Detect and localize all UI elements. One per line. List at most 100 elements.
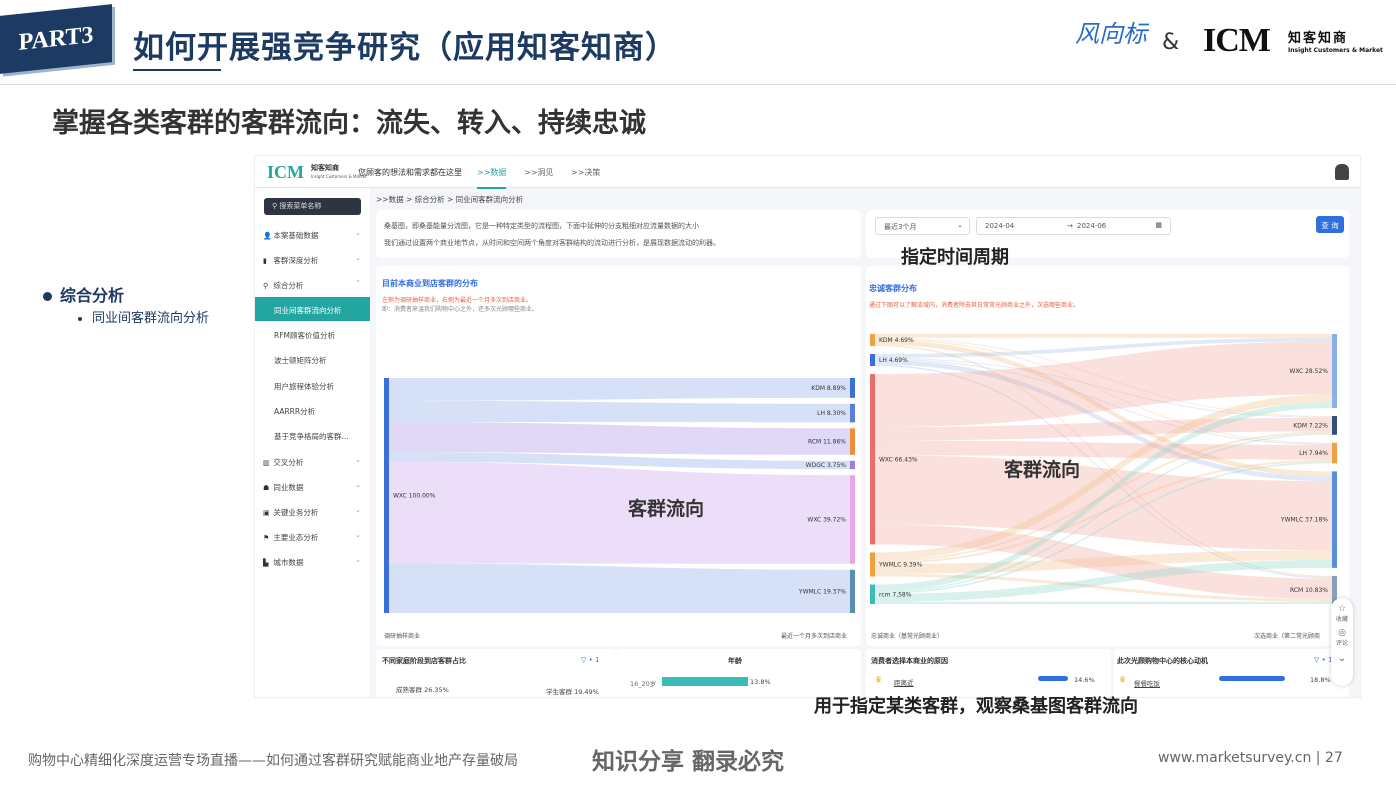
fengxiangbiao-logo: 风向标 bbox=[1075, 20, 1147, 48]
motive-row-label[interactable]: 餐餐吃饭 bbox=[1134, 678, 1160, 688]
chevron-down-icon: ⌄ bbox=[355, 506, 361, 514]
part-badge: PART3 bbox=[0, 4, 112, 74]
sidebar-item-cross[interactable]: ▥ 交叉分析 ⌄ bbox=[255, 450, 370, 472]
sankey-target-label: KDM 8.89% bbox=[811, 385, 846, 392]
date-range-picker[interactable]: 2024-04 → 2024-06 ▦ bbox=[976, 217, 1171, 235]
mature-group-label: 成熟客群 26.35% bbox=[396, 686, 449, 694]
chevron-down-icon: ⌄ bbox=[957, 221, 963, 229]
sidebar-item-key-business[interactable]: ▣ 关键业务分析 ⌄ bbox=[255, 500, 370, 522]
sankey-target-node bbox=[850, 460, 855, 470]
sankey-target-node bbox=[1332, 334, 1337, 409]
city-icon: ▙ bbox=[263, 559, 269, 567]
left-chart-foot-left: 调研抽样商业 bbox=[384, 633, 421, 640]
app-brand-logo[interactable]: ICM bbox=[267, 162, 304, 183]
calendar-icon: ▦ bbox=[1155, 221, 1162, 229]
right-chart-note: 通过下图可以了解流域内，消费者除去其日常常光顾商业之外，次选哪些商业。 bbox=[869, 302, 1080, 309]
callout-flow-right: 客群流向 bbox=[1004, 459, 1081, 481]
chevron-down-icon: ⌄ bbox=[355, 254, 361, 262]
sidebar-sub-competition[interactable]: 基于竞争格局的客群... bbox=[255, 423, 370, 447]
icm-logo: ICM bbox=[1203, 22, 1271, 59]
chevron-down-icon: ⌄ bbox=[355, 481, 361, 489]
chevron-up-icon: ⌃ bbox=[355, 279, 361, 287]
crown-icon: ♛ bbox=[875, 675, 883, 684]
crown-icon: ♛ bbox=[1119, 675, 1127, 684]
reason-row-bar bbox=[1038, 676, 1068, 681]
breadcrumb: >>数据 > 综合分析 > 同业间客群流向分析 bbox=[376, 195, 524, 204]
sidebar-item-label: 交叉分析 bbox=[273, 458, 304, 467]
sankey-target-label: YWMLC 19.37% bbox=[798, 588, 846, 595]
footer-center: 知识分享 翻录必究 bbox=[592, 749, 785, 775]
menu-search-input[interactable]: ⚲ 搜索菜单名称 bbox=[264, 198, 361, 215]
left-sub-bullet: 同业间客群流向分析 bbox=[78, 307, 209, 326]
sidebar-item-label: 客群深度分析 bbox=[273, 256, 319, 265]
sidebar-item-format[interactable]: ⚑ 主要业态分析 ⌄ bbox=[255, 525, 370, 547]
sub-bullet-dot-icon bbox=[78, 316, 82, 321]
comment-label: 评论 bbox=[1335, 640, 1348, 647]
header-divider bbox=[0, 84, 1396, 85]
sankey-target-node bbox=[1332, 442, 1337, 464]
sidebar-item-deep[interactable]: ▮ 客群深度分析 ⌄ bbox=[255, 248, 370, 270]
icm-logo-cn: 知客知商 bbox=[1288, 31, 1349, 46]
family-stage-card: 不同家庭阶段到店客群占比 ▽ • 1 成熟客群 26.35% 学生客群 19.4… bbox=[376, 649, 616, 697]
nav-tab-decision[interactable]: >>决策 bbox=[571, 167, 600, 178]
app-brand-cn: 知客知商 bbox=[311, 164, 339, 172]
user-avatar[interactable] bbox=[1335, 164, 1349, 180]
age-row-label: 16_20岁 bbox=[630, 680, 657, 688]
comment-icon[interactable]: ◎ bbox=[1331, 628, 1353, 638]
app-tagline: 您顾客的想法和需求都在这里 bbox=[358, 168, 462, 177]
sankey-target-label: WXC 39.72% bbox=[807, 516, 846, 523]
sidebar-item-basic[interactable]: 👤 本案基础数据 ⌄ bbox=[255, 223, 370, 245]
callout-bottom: 用于指定某类客群，观察桑基图客群流向 bbox=[814, 696, 1138, 717]
left-chart-title: 目前本商业到店客群的分布 bbox=[382, 279, 478, 288]
sidebar-item-peer[interactable]: ☗ 同业数据 ⌄ bbox=[255, 475, 370, 497]
user-icon: 👤 bbox=[263, 232, 272, 240]
bar-chart-icon: ▮ bbox=[263, 257, 267, 265]
sidebar-sub-flow[interactable]: 同业间客群流向分析 bbox=[255, 297, 370, 321]
sankey-target-label: WXC 28.52% bbox=[1289, 368, 1328, 375]
sankey-source-label: KDM 4.69% bbox=[879, 337, 914, 344]
chevron-down-icon: ⌄ bbox=[355, 456, 361, 464]
left-sub-label: 同业间客群流向分析 bbox=[92, 311, 210, 326]
sidebar-item-label: 同业数据 bbox=[273, 483, 304, 492]
floating-toolbar: ☆ 收藏 ◎ 评论 ⌄ bbox=[1331, 598, 1353, 686]
sankey-source-node bbox=[870, 374, 875, 545]
nav-tab-insight[interactable]: >>洞见 bbox=[524, 167, 553, 178]
sidebar-item-label: 关键业务分析 bbox=[273, 508, 319, 517]
sankey-source-node bbox=[870, 552, 875, 577]
sidebar-sub-rfm[interactable]: RFM顾客价值分析 bbox=[255, 322, 370, 346]
sankey-target-node bbox=[850, 378, 855, 398]
star-icon[interactable]: ☆ bbox=[1331, 604, 1353, 614]
period-select[interactable]: 最近3个月 ⌄ bbox=[875, 217, 970, 235]
motive-row-value: 18.8% bbox=[1310, 676, 1331, 684]
logo-ampersand: & bbox=[1162, 30, 1180, 55]
footer-right: www.marketsurvey.cn | 27 bbox=[1158, 750, 1343, 766]
app-sidebar: ⚲ 搜索菜单名称 👤 本案基础数据 ⌄ ▮ 客群深度分析 ⌄ ⚲ 综合分析 ⌃ 同业间… bbox=[255, 188, 370, 697]
sidebar-item-city[interactable]: ▙ 城市数据 ⌄ bbox=[255, 550, 370, 572]
filter-icon[interactable]: ▽ • 1 bbox=[581, 656, 599, 664]
sidebar-item-label: 主要业态分析 bbox=[273, 533, 319, 542]
sankey-link bbox=[389, 563, 850, 613]
nav-tab-data[interactable]: >>数据 bbox=[477, 167, 507, 189]
left-sankey-chart: WXC 100.00% KDM 8.89% LH 8.30% RCM 11.86% WD… bbox=[384, 378, 855, 613]
age-row-value: 13.8% bbox=[750, 678, 771, 686]
chevron-down-icon: ⌄ bbox=[355, 229, 361, 237]
sidebar-item-comprehensive[interactable]: ⚲ 综合分析 ⌃ bbox=[255, 273, 370, 295]
filter-icon[interactable]: ▽ • 1 bbox=[1314, 656, 1332, 664]
flag-icon: ⚑ bbox=[263, 534, 270, 542]
sidebar-sub-boston[interactable]: 波士顿矩阵分析 bbox=[255, 347, 370, 371]
footer-left: 购物中心精细化深度运营专场直播——如何通过客群研究赋能商业地产存量破局 bbox=[28, 753, 518, 769]
bullet-dot-icon bbox=[43, 292, 52, 301]
sidebar-item-label: 本案基础数据 bbox=[273, 231, 319, 240]
sidebar-sub-aarrr[interactable]: AARRR分析 bbox=[255, 398, 370, 422]
sankey-link bbox=[389, 421, 850, 455]
query-button[interactable]: 查 询 bbox=[1316, 216, 1344, 233]
sankey-target-node bbox=[850, 428, 855, 455]
reason-row-label[interactable]: 距离近 bbox=[894, 677, 914, 687]
chevron-down-icon[interactable]: ⌄ bbox=[1331, 653, 1353, 664]
title-underline bbox=[133, 69, 221, 71]
sidebar-item-label: 城市数据 bbox=[273, 558, 304, 567]
description-line-1: 桑基图，即桑基能量分流图，它是一种特定类型的流程图，下面中延伸的分支粗细对应流量… bbox=[384, 222, 699, 230]
date-arrow: → bbox=[1067, 222, 1073, 230]
sankey-link bbox=[875, 334, 1332, 338]
sidebar-sub-journey[interactable]: 用户旅程体验分析 bbox=[255, 373, 370, 397]
